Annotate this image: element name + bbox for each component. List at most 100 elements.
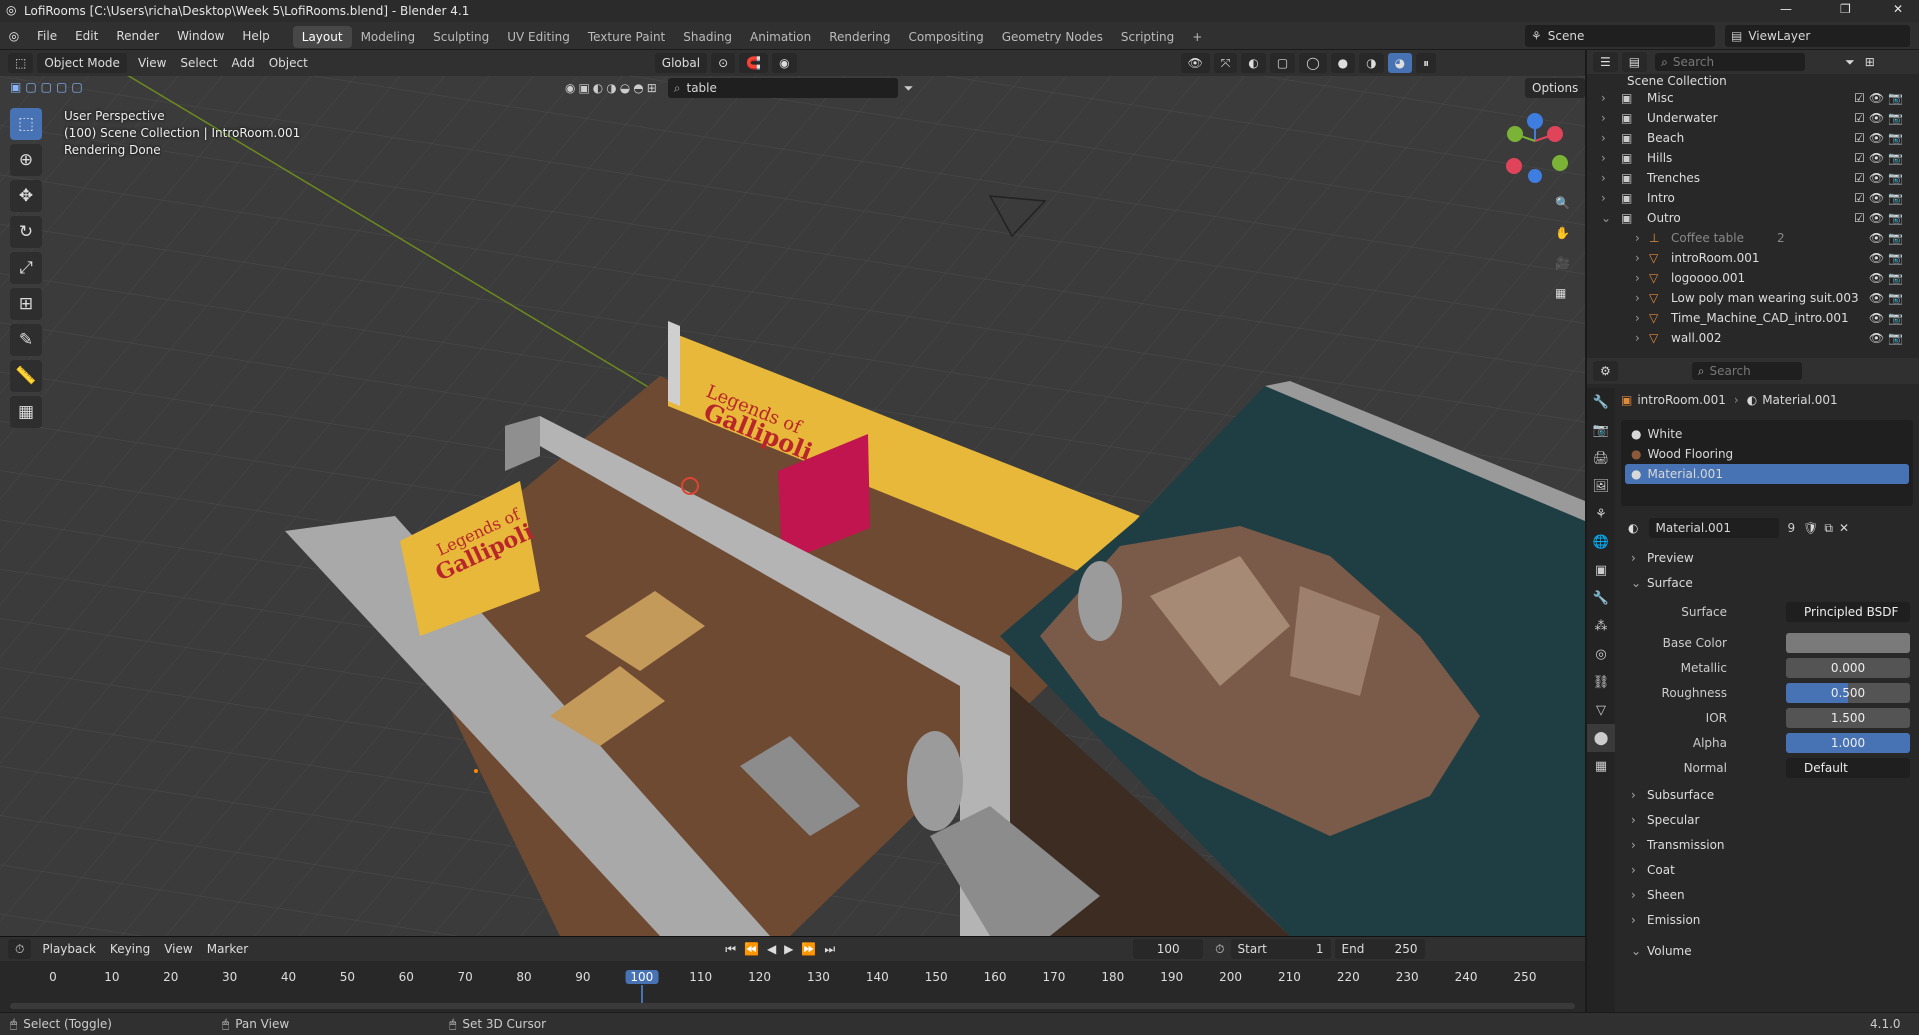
- proportional-edit-icon[interactable]: ◉: [772, 53, 797, 73]
- menu-help[interactable]: Help: [233, 22, 278, 50]
- section-emission[interactable]: › Emission: [1621, 908, 1913, 933]
- section-subsurface[interactable]: › Subsurface: [1621, 783, 1913, 808]
- surface-shader-field[interactable]: Principled BSDF: [1786, 602, 1910, 622]
- visibility-toggle-icons[interactable]: 👁📷: [1869, 328, 1907, 348]
- unlink-icon[interactable]: ✕: [1839, 521, 1849, 535]
- menu-object[interactable]: Object: [262, 56, 315, 70]
- menu-render[interactable]: Render: [107, 22, 168, 50]
- tab-animation[interactable]: Animation: [741, 26, 820, 48]
- texture-tab-icon[interactable]: ▦: [1587, 752, 1615, 780]
- selection-mode-icons[interactable]: ▣▢▢▢▢: [10, 80, 87, 94]
- render-tab-icon[interactable]: 📷: [1587, 416, 1615, 444]
- playhead[interactable]: [640, 985, 643, 1005]
- duplicate-icon[interactable]: ⧉: [1824, 521, 1833, 536]
- timeline-ruler[interactable]: 0 10 20 30 40 50 60 70 80 90 100 110 120 130 140 150 160…: [0, 937, 1585, 1013]
- world-tab-icon[interactable]: 🌐: [1587, 528, 1615, 556]
- section-surface[interactable]: ⌄ Surface: [1621, 571, 1913, 596]
- menu-file[interactable]: File: [28, 22, 66, 50]
- shading-rendered-icon[interactable]: ◕: [1387, 53, 1413, 73]
- move-tool-icon[interactable]: ✥: [10, 180, 42, 212]
- tab-geometry-nodes[interactable]: Geometry Nodes: [993, 26, 1112, 48]
- section-coat[interactable]: › Coat: [1621, 858, 1913, 883]
- display-mode-icon[interactable]: ▤: [1621, 52, 1648, 72]
- outliner-collection-beach[interactable]: › ▣ Beach ☑👁📷: [1587, 128, 1919, 148]
- rotate-tool-icon[interactable]: ↻: [10, 216, 42, 248]
- outliner-item-logoooo[interactable]: › ▽ logoooo.001 👁📷: [1587, 268, 1919, 288]
- outliner-item-coffee-table[interactable]: › ⊥ Coffee table 2 👁📷: [1587, 228, 1919, 248]
- scale-tool-icon[interactable]: ⤢: [10, 252, 42, 284]
- camera-view-icon[interactable]: 🎥: [1555, 256, 1579, 286]
- material-tab-icon[interactable]: ⬤: [1587, 724, 1615, 752]
- section-preview[interactable]: › Preview: [1621, 546, 1913, 571]
- section-sheen[interactable]: › Sheen: [1621, 883, 1913, 908]
- outliner-collection-outro[interactable]: ⌄ ▣ Outro ☑👁📷: [1587, 208, 1919, 228]
- particles-tab-icon[interactable]: ⁂: [1587, 612, 1615, 640]
- zoom-icon[interactable]: 🔍: [1555, 196, 1579, 226]
- visibility-toggle-icons[interactable]: ☑👁📷: [1854, 208, 1907, 228]
- tab-uv-editing[interactable]: UV Editing: [498, 26, 579, 48]
- modifier-tab-icon[interactable]: 🔧: [1587, 584, 1615, 612]
- outliner-collection-misc[interactable]: › ▣ Misc ☑👁📷: [1587, 88, 1919, 108]
- material-slot-list[interactable]: ● White ● Wood Flooring ● Material.001: [1621, 420, 1913, 506]
- tab-modeling[interactable]: Modeling: [352, 26, 425, 48]
- pivot-icon[interactable]: ⊙: [711, 53, 736, 73]
- visibility-toggle-icons[interactable]: 👁📷: [1869, 308, 1907, 328]
- snap-icon[interactable]: 🧲: [739, 53, 769, 73]
- view-layer-selector[interactable]: ▤ ViewLayer: [1725, 25, 1910, 47]
- visibility-toggle-icons[interactable]: ☑👁📷: [1854, 168, 1907, 188]
- section-volume[interactable]: ⌄ Volume: [1621, 939, 1913, 964]
- browse-material-icon[interactable]: ◐: [1621, 518, 1646, 538]
- menu-view[interactable]: View: [131, 56, 173, 70]
- visibility-toggle-icons[interactable]: 👁📷: [1869, 228, 1907, 248]
- section-specular[interactable]: › Specular: [1621, 808, 1913, 833]
- fake-user-icon[interactable]: 🛡: [1803, 521, 1818, 535]
- maximize-icon[interactable]: ❐: [1840, 2, 1851, 16]
- tab-rendering[interactable]: Rendering: [820, 26, 899, 48]
- editor-type-icon[interactable]: ⬚: [8, 53, 34, 73]
- visibility-toggle-icons[interactable]: ☑👁📷: [1854, 148, 1907, 168]
- object-type-icons[interactable]: ◉▣◐◑◒◓⊞: [565, 81, 660, 95]
- metallic-field[interactable]: 0.000: [1786, 658, 1910, 678]
- shading-material-icon[interactable]: ◑: [1359, 53, 1384, 73]
- user-count[interactable]: 9: [1787, 521, 1795, 535]
- outliner-search-input[interactable]: ⌕ Search: [1655, 53, 1806, 71]
- outliner-collection-underwater[interactable]: › ▣ Underwater ☑👁📷: [1587, 108, 1919, 128]
- mode-dropdown[interactable]: Object Mode: [37, 53, 127, 73]
- ior-field[interactable]: 1.500: [1786, 708, 1910, 728]
- tool-tab-icon[interactable]: 🔧: [1587, 388, 1615, 416]
- menu-select[interactable]: Select: [173, 56, 224, 70]
- normal-field[interactable]: Default: [1786, 758, 1910, 778]
- ortho-toggle-icon[interactable]: ▦: [1555, 286, 1579, 316]
- filter-icon[interactable]: ⏷: [904, 81, 914, 96]
- outliner-item-wall[interactable]: › ▽ wall.002 👁📷: [1587, 328, 1919, 348]
- timeline-scrollbar[interactable]: [10, 1003, 1575, 1009]
- outliner-item-low-poly-man[interactable]: › ▽ Low poly man wearing suit.003 👁📷: [1587, 288, 1919, 308]
- outliner-collection-intro[interactable]: › ▣ Intro ☑👁📷: [1587, 188, 1919, 208]
- options-dropdown[interactable]: Options: [1525, 78, 1585, 98]
- outliner-editor-icon[interactable]: ☰: [1593, 52, 1618, 72]
- visibility-toggle-icons[interactable]: 👁📷: [1869, 268, 1907, 288]
- annotate-tool-icon[interactable]: ✎: [10, 324, 42, 356]
- visibility-toggle-icons[interactable]: ☑👁📷: [1854, 128, 1907, 148]
- tab-sculpting[interactable]: Sculpting: [424, 26, 498, 48]
- xray-icon[interactable]: ▢: [1269, 53, 1296, 73]
- material-slot-wood-flooring[interactable]: ● Wood Flooring: [1625, 444, 1909, 464]
- outliner-collection-hills[interactable]: › ▣ Hills ☑👁📷: [1587, 148, 1919, 168]
- select-tool-icon[interactable]: ⬚: [10, 108, 42, 140]
- material-name-field[interactable]: Material.001: [1649, 518, 1780, 538]
- measure-tool-icon[interactable]: 📏: [10, 360, 42, 392]
- menu-add[interactable]: Add: [224, 56, 261, 70]
- physics-tab-icon[interactable]: ◎: [1587, 640, 1615, 668]
- tab-shading[interactable]: Shading: [674, 26, 741, 48]
- scene-tab-icon[interactable]: ⚘: [1587, 500, 1615, 528]
- object-tab-icon[interactable]: ▣: [1587, 556, 1615, 584]
- minimize-icon[interactable]: —: [1780, 2, 1792, 16]
- properties-search-input[interactable]: ⌕ Search: [1691, 362, 1802, 380]
- gizmo-icon[interactable]: ⤧: [1213, 53, 1238, 73]
- tab-scripting[interactable]: Scripting: [1112, 26, 1183, 48]
- base-color-field[interactable]: [1786, 633, 1910, 653]
- constraints-tab-icon[interactable]: ⛓: [1587, 668, 1615, 696]
- view-layer-tab-icon[interactable]: 🖼: [1587, 472, 1615, 500]
- section-transmission[interactable]: › Transmission: [1621, 833, 1913, 858]
- overlay-icon[interactable]: ◐: [1241, 53, 1266, 73]
